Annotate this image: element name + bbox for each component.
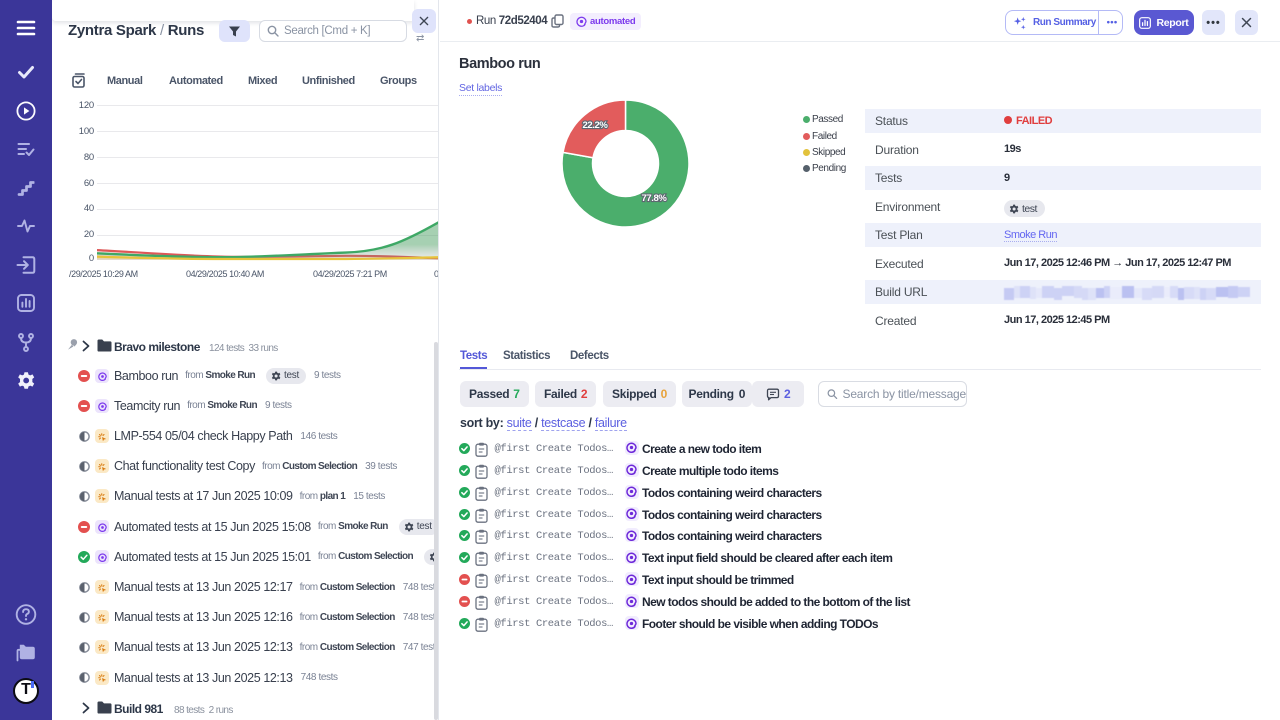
svg-text:22.2%: 22.2%	[583, 120, 609, 131]
svg-text:77.8%: 77.8%	[642, 193, 668, 204]
